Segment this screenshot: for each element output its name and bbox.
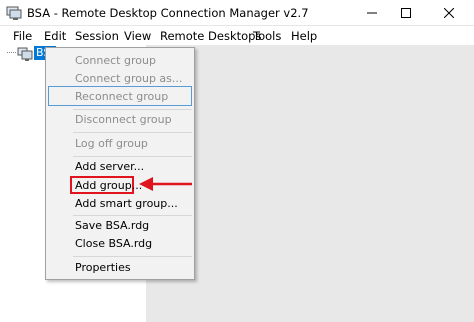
close-button[interactable] bbox=[423, 0, 474, 26]
workspace-area bbox=[146, 45, 474, 322]
menu-item-connect-group-as[interactable]: Connect group as... bbox=[75, 72, 182, 85]
menu-item-connect-group[interactable]: Connect group bbox=[75, 54, 156, 67]
menu-item-close-bsa-rdg[interactable]: Close BSA.rdg bbox=[75, 237, 152, 250]
menu-item-add-smart-group[interactable]: Add smart group... bbox=[75, 197, 178, 210]
menu-bar: File Edit Session View Remote Desktops T… bbox=[0, 27, 474, 45]
minimize-button[interactable] bbox=[355, 0, 389, 26]
menu-item-save-bsa-rdg[interactable]: Save BSA.rdg bbox=[75, 219, 149, 232]
annotation-arrow-icon bbox=[139, 177, 192, 191]
tree-connector bbox=[7, 52, 16, 53]
window-title: BSA - Remote Desktop Connection Manager … bbox=[27, 6, 309, 20]
menu-item-properties[interactable]: Properties bbox=[75, 261, 131, 274]
menu-separator bbox=[73, 156, 192, 157]
menu-separator bbox=[73, 109, 192, 110]
menu-view[interactable]: View bbox=[124, 29, 151, 43]
menu-item-add-server[interactable]: Add server... bbox=[75, 160, 144, 173]
menu-item-disconnect-group[interactable]: Disconnect group bbox=[75, 113, 172, 126]
menu-separator bbox=[73, 132, 192, 133]
menu-item-log-off-group[interactable]: Log off group bbox=[75, 137, 148, 150]
menu-remote-desktops[interactable]: Remote Desktops bbox=[160, 29, 261, 43]
menu-item-add-group[interactable]: Add group... bbox=[75, 179, 142, 192]
menu-separator bbox=[73, 215, 192, 216]
maximize-button[interactable] bbox=[389, 0, 423, 26]
menu-item-reconnect-group[interactable]: Reconnect group bbox=[75, 90, 168, 103]
server-group-icon bbox=[17, 47, 33, 61]
menu-file[interactable]: File bbox=[13, 29, 32, 43]
menu-help[interactable]: Help bbox=[291, 29, 317, 43]
maximize-icon bbox=[401, 8, 411, 18]
menu-tools[interactable]: Tools bbox=[253, 29, 281, 43]
menu-separator bbox=[73, 256, 192, 257]
menu-edit[interactable]: Edit bbox=[44, 29, 66, 43]
close-icon bbox=[443, 8, 454, 18]
menu-session[interactable]: Session bbox=[75, 29, 119, 43]
title-bar: BSA - Remote Desktop Connection Manager … bbox=[0, 0, 474, 26]
context-menu: Connect group Connect group as... Reconn… bbox=[45, 47, 195, 280]
app-icon bbox=[6, 6, 22, 20]
minimize-icon bbox=[367, 12, 377, 14]
